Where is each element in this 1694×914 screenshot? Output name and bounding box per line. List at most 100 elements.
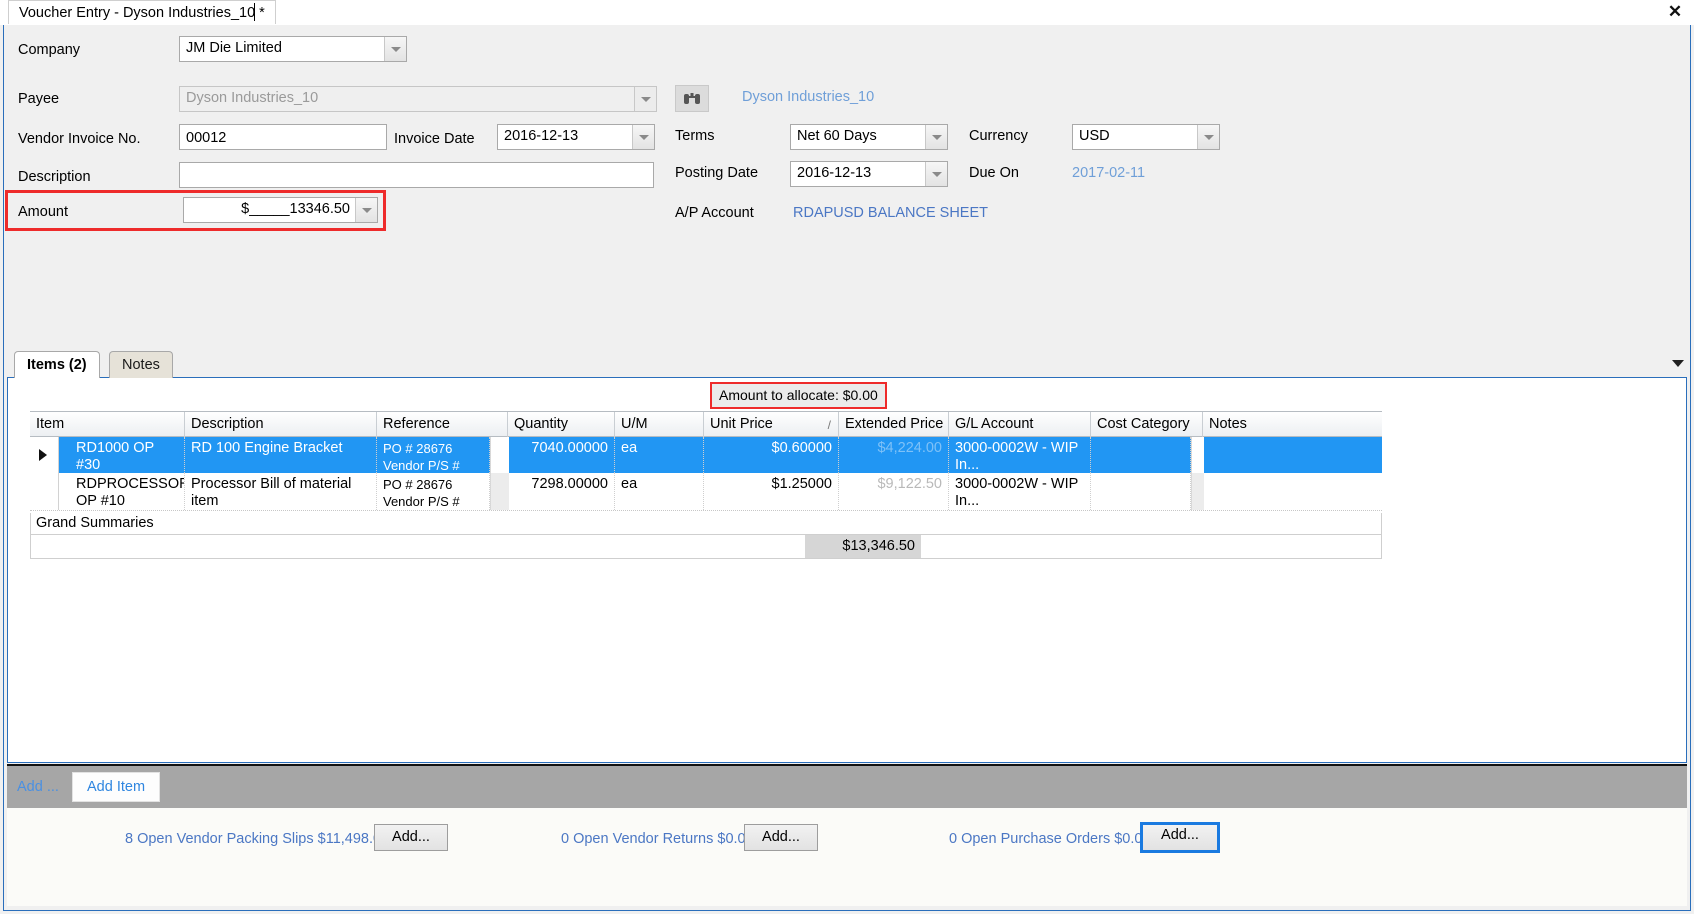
document-tab-label: Voucher Entry - Dyson Industries_10 *: [19, 5, 265, 21]
cell-notes: [1203, 473, 1382, 510]
cell-unit-price: $0.60000: [704, 437, 839, 473]
col-header-notes[interactable]: Notes: [1203, 412, 1382, 437]
reference-expand-handle[interactable]: [490, 473, 509, 510]
cell-description: Processor Bill of material item: [185, 473, 377, 510]
table-row[interactable]: RDPROCESSOR OP #10 Processor Bill of mat…: [30, 473, 1382, 511]
tab-text-caret: [254, 3, 255, 21]
invoice-date-value: 2016-12-13: [504, 128, 579, 144]
grand-total-value: $13,346.50: [805, 535, 921, 558]
col-header-extended-price[interactable]: Extended Price: [839, 412, 949, 437]
row-selector[interactable]: [30, 437, 59, 473]
ap-account-link[interactable]: RDAPUSD BALANCE SHEET: [793, 205, 988, 222]
voucher-entry-window: Voucher Entry - Dyson Industries_10 * ✕ …: [0, 0, 1694, 914]
vendor-invoice-no-value: 00012: [186, 130, 227, 146]
cell-extended-price: $9,122.50: [839, 473, 949, 510]
cell-item: RDPROCESSOR OP #10: [70, 473, 185, 510]
due-on-value: 2017-02-11: [1072, 165, 1146, 181]
row-selector[interactable]: [30, 473, 59, 510]
company-label: Company: [18, 42, 81, 58]
cell-cost-category: [1091, 437, 1191, 473]
voucher-header-form: Company JM Die Limited Payee Dyson Indus…: [4, 25, 1690, 367]
amount-to-allocate-banner: Amount to allocate: $0.00: [710, 382, 887, 409]
cell-um: ea: [615, 473, 704, 510]
grand-summaries-label: Grand Summaries: [30, 513, 1382, 535]
col-header-cost-category[interactable]: Cost Category: [1091, 412, 1203, 437]
cell-extended-price: $4,224.00: [839, 437, 949, 473]
tab-items[interactable]: Items (2): [14, 351, 100, 378]
items-grid: Item Description Reference Quantity U/M …: [30, 411, 1382, 511]
sort-indicator-icon: /: [827, 418, 831, 432]
items-grid-panel: Amount to allocate: $0.00 Item Descripti…: [7, 377, 1687, 763]
cell-notes: [1203, 437, 1382, 473]
tab-items-label: Items (2): [27, 357, 87, 373]
col-header-item[interactable]: Item: [30, 412, 185, 437]
cell-cost-category: [1091, 473, 1191, 510]
due-on-label: Due On: [969, 165, 1019, 181]
reference-expand-handle[interactable]: [490, 437, 509, 473]
col-header-description[interactable]: Description: [185, 412, 377, 437]
chevron-down-icon[interactable]: [384, 37, 406, 61]
open-purchase-orders-link[interactable]: 0 Open Purchase Orders $0.00: [949, 831, 1151, 848]
detail-tabstrip: Items (2) Notes: [14, 351, 1674, 378]
col-header-gl-account[interactable]: G/L Account: [949, 412, 1091, 437]
cell-description: RD 100 Engine Bracket: [185, 437, 377, 473]
document-tab[interactable]: Voucher Entry - Dyson Industries_10 *: [8, 0, 276, 24]
payee-name-link[interactable]: Dyson Industries_10: [742, 89, 874, 106]
row-pointer-icon: [39, 449, 47, 461]
company-select-value: JM Die Limited: [186, 40, 282, 56]
col-header-um[interactable]: U/M: [615, 412, 704, 437]
amount-value: $_____13346.50: [241, 201, 350, 217]
add-link[interactable]: Add ...: [17, 779, 59, 795]
add-packing-slip-button[interactable]: Add...: [374, 824, 448, 851]
payee-select-value: Dyson Industries_10: [186, 90, 319, 106]
description-label: Description: [18, 169, 91, 185]
client-frame: Company JM Die Limited Payee Dyson Indus…: [3, 25, 1691, 911]
posting-date-label: Posting Date: [675, 165, 759, 181]
tab-notes[interactable]: Notes: [109, 351, 173, 378]
posting-date-select[interactable]: 2016-12-13: [790, 161, 948, 187]
add-purchase-order-button[interactable]: Add...: [1140, 822, 1220, 853]
company-select[interactable]: JM Die Limited: [179, 36, 407, 62]
chevron-down-icon[interactable]: [632, 125, 654, 149]
payee-label: Payee: [18, 91, 60, 107]
amount-input[interactable]: $_____13346.50: [183, 197, 378, 223]
col-header-quantity[interactable]: Quantity: [508, 412, 615, 437]
amount-label: Amount: [18, 204, 68, 220]
invoice-date-label: Invoice Date: [394, 131, 475, 147]
ap-account-label: A/P Account: [675, 205, 754, 221]
payee-select[interactable]: Dyson Industries_10: [179, 86, 657, 112]
grand-summaries-block: Grand Summaries $13,346.50: [8, 513, 1408, 563]
vendor-invoice-no-input[interactable]: 00012: [179, 124, 387, 150]
col-header-unit-price-label: Unit Price: [710, 416, 773, 432]
cell-um: ea: [615, 437, 704, 473]
open-vendor-returns-link[interactable]: 0 Open Vendor Returns $0.00: [561, 831, 754, 848]
binoculars-glyph: [684, 92, 700, 104]
terms-select-value: Net 60 Days: [797, 128, 877, 144]
open-documents-footer: 8 Open Vendor Packing Slips $11,498.05 A…: [7, 808, 1687, 906]
currency-select[interactable]: USD: [1072, 124, 1220, 150]
binoculars-icon[interactable]: [675, 85, 709, 112]
terms-select[interactable]: Net 60 Days: [790, 124, 948, 150]
cell-quantity: 7298.00000: [508, 473, 615, 510]
items-grid-header: Item Description Reference Quantity U/M …: [30, 411, 1382, 437]
cell-quantity: 7040.00000: [508, 437, 615, 473]
add-vendor-return-button[interactable]: Add...: [744, 824, 818, 851]
cell-unit-price: $1.25000: [704, 473, 839, 510]
chevron-down-icon[interactable]: [925, 125, 947, 149]
chevron-down-icon[interactable]: [355, 198, 377, 222]
add-item-button[interactable]: Add Item: [72, 772, 161, 802]
table-row[interactable]: RD1000 OP #30 RD 100 Engine Bracket PO #…: [30, 437, 1382, 473]
description-input[interactable]: [179, 162, 654, 188]
invoice-date-select[interactable]: 2016-12-13: [497, 124, 655, 150]
item-action-bar: Add ... Add Item: [7, 764, 1687, 808]
chevron-down-icon[interactable]: [634, 87, 656, 111]
chevron-down-icon[interactable]: [1197, 125, 1219, 149]
vendor-invoice-no-label: Vendor Invoice No.: [18, 131, 141, 147]
close-icon[interactable]: ✕: [1664, 2, 1686, 22]
col-header-reference[interactable]: Reference: [377, 412, 508, 437]
open-vendor-packing-slips-link[interactable]: 8 Open Vendor Packing Slips $11,498.05: [125, 831, 389, 848]
currency-label: Currency: [969, 128, 1028, 144]
col-header-unit-price[interactable]: Unit Price /: [704, 412, 839, 437]
chevron-down-icon[interactable]: [925, 162, 947, 186]
grand-summaries-row: $13,346.50: [30, 535, 1382, 559]
